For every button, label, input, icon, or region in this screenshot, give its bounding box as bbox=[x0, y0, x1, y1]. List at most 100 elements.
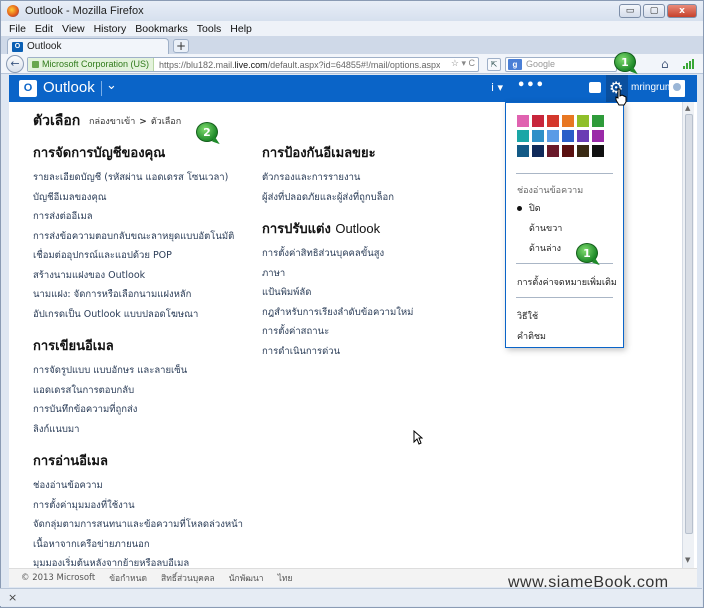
link-advanced-privacy[interactable]: การตั้งค่าสิทธิส่วนบุคคลขั้นสูง bbox=[262, 247, 502, 267]
link-keyboard-shortcuts[interactable]: แป้นพิมพ์ลัด bbox=[262, 286, 502, 306]
footer-privacy[interactable]: สิทธิ์ส่วนบุคคล bbox=[161, 571, 215, 585]
minimize-button[interactable]: ▭ bbox=[619, 4, 641, 18]
url-controls[interactable]: ☆ ▾ C bbox=[451, 58, 475, 69]
theme-swatch[interactable] bbox=[517, 145, 529, 157]
link-flagging[interactable]: การตั้งค่าสถานะ bbox=[262, 325, 502, 345]
info-menu[interactable]: i ▾ bbox=[491, 81, 503, 94]
bookmark-toolbar-icon[interactable]: ⇱ bbox=[487, 58, 501, 71]
theme-swatch[interactable] bbox=[577, 145, 589, 157]
link-attachments[interactable]: ลิงก์แนบมา bbox=[33, 423, 273, 443]
scroll-thumb[interactable] bbox=[685, 114, 693, 534]
link-reply-address[interactable]: แอดเดรสในการตอบกลับ bbox=[33, 384, 273, 404]
link-manage-alias[interactable]: นามแฝง: จัดการหรือเลือกนามแฝงหลัก bbox=[33, 288, 273, 308]
username[interactable]: mringrum bbox=[631, 82, 673, 93]
avatar[interactable] bbox=[669, 80, 685, 97]
section-heading-junk: การป้องกันอีเมลขยะ bbox=[262, 146, 376, 161]
theme-swatch[interactable] bbox=[532, 145, 544, 157]
url-text: https://blu182.mail.live.com/default.asp… bbox=[154, 60, 440, 70]
breadcrumb-separator: > bbox=[139, 117, 147, 127]
link-language[interactable]: ภาษา bbox=[262, 267, 502, 287]
search-placeholder: Google bbox=[526, 59, 556, 69]
home-icon[interactable]: ⌂ bbox=[661, 57, 669, 71]
theme-swatch[interactable] bbox=[562, 115, 574, 127]
url-bar[interactable]: Microsoft Corporation (US) https://blu18… bbox=[27, 57, 479, 72]
scroll-down-icon[interactable]: ▼ bbox=[685, 556, 690, 564]
outlook-title[interactable]: Outlook bbox=[43, 79, 95, 96]
chevron-down-icon[interactable]: ⌄ bbox=[106, 78, 117, 93]
link-safe-blocked-senders[interactable]: ผู้ส่งที่ปลอดภัยและผู้ส่งที่ถูกบล็อก bbox=[262, 191, 502, 211]
link-sorting-rules[interactable]: กฎสำหรับการเรียงลำดับข้อความใหม่ bbox=[262, 306, 502, 326]
link-quick-actions[interactable]: การดำเนินการด่วน bbox=[262, 345, 502, 365]
link-pop[interactable]: เชื่อมต่ออุปกรณ์และแอปด้วย POP bbox=[33, 249, 273, 269]
theme-swatch[interactable] bbox=[517, 130, 529, 142]
site-identity[interactable]: Microsoft Corporation (US) bbox=[28, 58, 155, 71]
menu-tools[interactable]: Tools bbox=[197, 23, 222, 35]
theme-swatch[interactable] bbox=[577, 115, 589, 127]
link-filters-reporting[interactable]: ตัวกรองและการรายงาน bbox=[262, 171, 502, 191]
reading-pane-off[interactable]: ปิด bbox=[517, 201, 541, 215]
help-link[interactable]: วิธีใช้ bbox=[517, 309, 538, 323]
footer-language[interactable]: ไทย bbox=[278, 571, 293, 585]
link-active-view[interactable]: การตั้งค่ามุมมองที่ใช้งาน bbox=[33, 499, 273, 519]
outlook-tab-icon: O bbox=[12, 41, 23, 52]
customize-heading-outlook: Outlook bbox=[335, 221, 381, 236]
section-heading-reading: การอ่านอีเมล bbox=[33, 454, 108, 469]
theme-swatch[interactable] bbox=[532, 115, 544, 127]
theme-swatch[interactable] bbox=[547, 115, 559, 127]
close-findbar-icon[interactable]: × bbox=[8, 591, 17, 604]
scroll-up-icon[interactable]: ▲ bbox=[685, 104, 690, 112]
theme-swatch[interactable] bbox=[532, 130, 544, 142]
tab-outlook[interactable]: O Outlook bbox=[7, 38, 169, 54]
theme-swatch[interactable] bbox=[517, 115, 529, 127]
more-options-icon[interactable]: ••• bbox=[517, 78, 545, 93]
theme-swatch[interactable] bbox=[577, 130, 589, 142]
theme-swatch[interactable] bbox=[592, 115, 604, 127]
theme-swatch[interactable] bbox=[547, 130, 559, 142]
theme-swatch[interactable] bbox=[562, 130, 574, 142]
close-window-button[interactable]: x bbox=[667, 4, 697, 18]
outlook-logo-icon[interactable]: O bbox=[19, 80, 37, 97]
theme-swatch[interactable] bbox=[547, 145, 559, 157]
link-formatting[interactable]: การจัดรูปแบบ แบบอักษร และลายเซ็น bbox=[33, 364, 273, 384]
link-default-view[interactable]: มุมมองเริ่มต้นหลังจากย้ายหรือลบอีเมล bbox=[33, 557, 273, 568]
reading-pane-right[interactable]: ด้านขวา bbox=[517, 221, 562, 235]
page-title: ตัวเลือก bbox=[33, 113, 81, 129]
new-tab-button[interactable]: + bbox=[173, 39, 189, 53]
arrow-cursor-icon bbox=[413, 430, 423, 445]
link-upgrade-adfree[interactable]: อัปเกรดเป็น Outlook แบบปลอดโฆษณา bbox=[33, 308, 273, 328]
search-input[interactable]: g Google bbox=[505, 57, 617, 72]
menu-bookmarks[interactable]: Bookmarks bbox=[135, 23, 188, 35]
theme-swatch[interactable] bbox=[592, 145, 604, 157]
breadcrumb: กล่องขาเข้า > ตัวเลือก bbox=[89, 114, 181, 128]
dropdown-divider bbox=[516, 173, 613, 174]
link-email-forwarding[interactable]: การส่งต่ออีเมล bbox=[33, 210, 273, 230]
maximize-button[interactable]: ▢ bbox=[643, 4, 665, 18]
link-create-alias[interactable]: สร้างนามแฝงของ Outlook bbox=[33, 269, 273, 289]
link-auto-reply[interactable]: การส่งข้อความตอบกลับขณะลาหยุดแบบอัตโนมัต… bbox=[33, 230, 273, 250]
section-heading-customize: การปรับแต่ง Outlook bbox=[262, 218, 502, 239]
menu-help[interactable]: Help bbox=[230, 23, 252, 35]
link-conversations[interactable]: จัดกลุ่มตามการสนทนาและข้อความที่โหลดล่วง… bbox=[33, 518, 273, 538]
more-mail-settings-link[interactable]: การตั้งค่าจดหมายเพิ่มเติม bbox=[517, 275, 617, 289]
back-button[interactable]: ← bbox=[6, 55, 24, 73]
menu-edit[interactable]: Edit bbox=[35, 23, 53, 35]
menu-view[interactable]: View bbox=[62, 23, 85, 35]
menu-history[interactable]: History bbox=[94, 23, 127, 35]
footer-developers[interactable]: นักพัฒนา bbox=[229, 571, 264, 585]
link-reading-pane[interactable]: ช่องอ่านข้อความ bbox=[33, 479, 273, 499]
link-your-email-accounts[interactable]: บัญชีอีเมลของคุณ bbox=[33, 191, 273, 211]
site-identity-label: Microsoft Corporation (US) bbox=[42, 59, 150, 69]
menu-file[interactable]: File bbox=[9, 23, 26, 35]
signal-icon bbox=[683, 59, 695, 69]
link-saving-sent[interactable]: การบันทึกข้อความที่ถูกส่ง bbox=[33, 403, 273, 423]
reading-pane-bottom[interactable]: ด้านล่าง bbox=[517, 241, 561, 255]
feedback-link[interactable]: คำติชม bbox=[517, 329, 546, 343]
theme-swatch[interactable] bbox=[592, 130, 604, 142]
theme-swatch[interactable] bbox=[562, 145, 574, 157]
page-scrollbar[interactable]: ▲ ▼ bbox=[682, 102, 694, 568]
link-account-details[interactable]: รายละเอียดบัญชี (รหัสผ่าน แอดเดรส โซนเวล… bbox=[33, 171, 273, 191]
breadcrumb-inbox[interactable]: กล่องขาเข้า bbox=[89, 117, 135, 127]
link-external-content[interactable]: เนื้อหาจากเครือข่ายภายนอก bbox=[33, 538, 273, 558]
footer-terms[interactable]: ข้อกำหนด bbox=[109, 571, 147, 585]
chat-icon[interactable] bbox=[589, 82, 601, 93]
